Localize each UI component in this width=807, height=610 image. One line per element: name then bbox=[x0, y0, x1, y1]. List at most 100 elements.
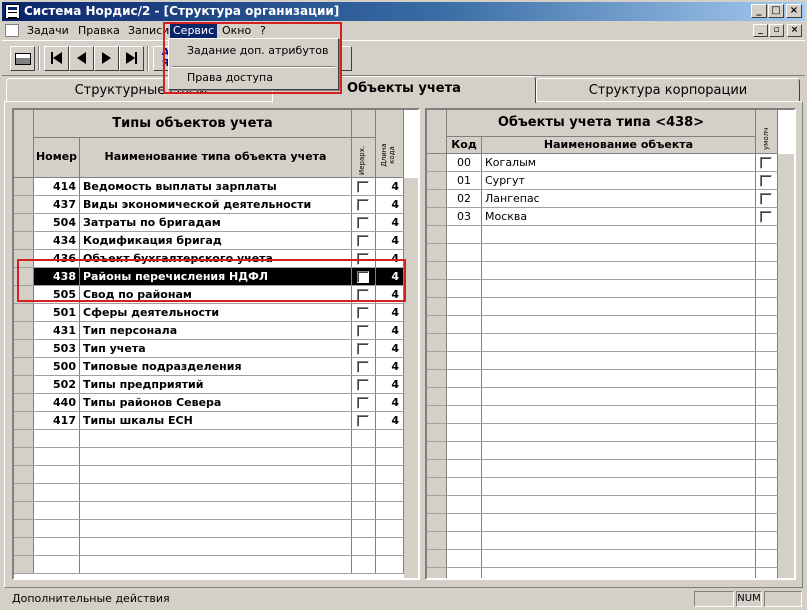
col-header-number[interactable]: Номер bbox=[34, 138, 80, 178]
hierarchical-checkbox[interactable] bbox=[357, 415, 369, 427]
hierarchical-checkbox[interactable] bbox=[357, 181, 369, 193]
empty-table-row[interactable] bbox=[14, 466, 404, 484]
empty-table-row[interactable] bbox=[427, 280, 778, 298]
table-row[interactable]: 502 Типы предприятий 4 bbox=[14, 376, 404, 394]
default-checkbox[interactable] bbox=[760, 175, 772, 187]
vertical-scrollbar[interactable] bbox=[404, 178, 418, 578]
mdi-minimize-button[interactable]: _ bbox=[753, 24, 768, 37]
hierarchical-checkbox[interactable] bbox=[357, 217, 369, 229]
empty-table-row[interactable] bbox=[14, 448, 404, 466]
hierarchical-checkbox[interactable] bbox=[357, 307, 369, 319]
hierarchical-checkbox[interactable] bbox=[357, 253, 369, 265]
empty-table-row[interactable] bbox=[427, 226, 778, 244]
table-row[interactable]: 00 Когалым bbox=[427, 154, 778, 172]
hierarchical-checkbox[interactable] bbox=[357, 361, 369, 373]
table-row[interactable]: 438 Районы перечисления НДФЛ 4 bbox=[14, 268, 404, 286]
table-row[interactable]: 501 Сферы деятельности 4 bbox=[14, 304, 404, 322]
empty-table-row[interactable] bbox=[427, 352, 778, 370]
hierarchical-checkbox[interactable] bbox=[357, 325, 369, 337]
table-row[interactable]: 434 Кодификация бригад 4 bbox=[14, 232, 404, 250]
empty-table-row[interactable] bbox=[427, 370, 778, 388]
hierarchical-checkbox[interactable] bbox=[357, 289, 369, 301]
hierarchical-checkbox[interactable] bbox=[357, 199, 369, 211]
document-icon[interactable] bbox=[5, 24, 19, 37]
default-checkbox[interactable] bbox=[760, 193, 772, 205]
print-button[interactable] bbox=[10, 46, 35, 71]
empty-table-row[interactable] bbox=[14, 484, 404, 502]
table-row[interactable]: 01 Сургут bbox=[427, 172, 778, 190]
table-row[interactable]: 505 Свод по районам 4 bbox=[14, 286, 404, 304]
menu-item-additional-attributes[interactable]: Задание доп. атрибутов bbox=[187, 42, 328, 60]
empty-table-row[interactable] bbox=[427, 406, 778, 424]
empty-table-row[interactable] bbox=[427, 532, 778, 550]
hierarchical-checkbox[interactable] bbox=[357, 379, 369, 391]
prev-record-button[interactable] bbox=[69, 46, 94, 71]
empty-table-row[interactable] bbox=[427, 388, 778, 406]
table-row[interactable]: 504 Затраты по бригадам 4 bbox=[14, 214, 404, 232]
empty-table-row[interactable] bbox=[427, 514, 778, 532]
maximize-button[interactable]: □ bbox=[768, 4, 784, 18]
col-header-code[interactable]: Код bbox=[447, 137, 482, 154]
table-row[interactable]: 417 Типы шкалы ЕСН 4 bbox=[14, 412, 404, 430]
mdi-restore-button[interactable]: ▫ bbox=[769, 24, 784, 37]
menu-window[interactable]: Окно bbox=[219, 23, 254, 39]
table-row[interactable]: 437 Виды экономической деятельности 4 bbox=[14, 196, 404, 214]
empty-table-row[interactable] bbox=[427, 262, 778, 280]
hierarchical-checkbox[interactable] bbox=[357, 235, 369, 247]
table-row[interactable]: 03 Москва bbox=[427, 208, 778, 226]
empty-table-row[interactable] bbox=[427, 496, 778, 514]
cell-type-name bbox=[80, 430, 352, 447]
vertical-scrollbar[interactable] bbox=[778, 154, 794, 578]
empty-table-row[interactable] bbox=[427, 478, 778, 496]
mdi-close-button[interactable]: × bbox=[787, 24, 802, 37]
app-icon[interactable] bbox=[5, 4, 20, 19]
empty-table-row[interactable] bbox=[427, 568, 778, 578]
next-record-button[interactable] bbox=[94, 46, 119, 71]
menu-records[interactable]: Записи bbox=[125, 23, 172, 39]
empty-table-row[interactable] bbox=[427, 334, 778, 352]
table-row[interactable]: 431 Тип персонала 4 bbox=[14, 322, 404, 340]
empty-table-row[interactable] bbox=[427, 298, 778, 316]
table-row[interactable]: 503 Тип учета 4 bbox=[14, 340, 404, 358]
object-types-grid[interactable]: Типы объектов учета Номер Наименование т… bbox=[12, 108, 420, 580]
col-header-object-name[interactable]: Наименование объекта bbox=[482, 137, 756, 154]
empty-table-row[interactable] bbox=[14, 520, 404, 538]
empty-table-row[interactable] bbox=[427, 460, 778, 478]
default-checkbox[interactable] bbox=[760, 211, 772, 223]
empty-table-row[interactable] bbox=[427, 550, 778, 568]
table-row[interactable]: 02 Лангепас bbox=[427, 190, 778, 208]
close-button[interactable]: × bbox=[786, 4, 802, 18]
empty-table-row[interactable] bbox=[427, 244, 778, 262]
empty-table-row[interactable] bbox=[427, 316, 778, 334]
menu-help[interactable]: ? bbox=[257, 23, 269, 39]
empty-table-row[interactable] bbox=[14, 538, 404, 556]
row-indicator bbox=[427, 352, 447, 369]
hierarchical-checkbox[interactable] bbox=[357, 271, 369, 283]
table-row[interactable]: 500 Типовые подразделения 4 bbox=[14, 358, 404, 376]
table-row[interactable]: 436 Объект бухгалтерского учета 4 bbox=[14, 250, 404, 268]
table-row[interactable]: 440 Типы районов Севера 4 bbox=[14, 394, 404, 412]
hierarchical-checkbox[interactable] bbox=[357, 343, 369, 355]
menu-service[interactable]: Сервис bbox=[170, 23, 218, 39]
hierarchical-checkbox[interactable] bbox=[357, 397, 369, 409]
first-record-button[interactable] bbox=[44, 46, 69, 71]
minimize-button[interactable]: _ bbox=[751, 4, 767, 18]
menu-tasks[interactable]: Задачи bbox=[24, 23, 72, 39]
col-header-code-length[interactable]: Длина кода bbox=[376, 110, 404, 178]
empty-table-row[interactable] bbox=[14, 502, 404, 520]
last-record-button[interactable] bbox=[119, 46, 144, 71]
empty-table-row[interactable] bbox=[14, 430, 404, 448]
empty-table-row[interactable] bbox=[427, 442, 778, 460]
col-header-hierarchical[interactable]: Иерарх. bbox=[352, 138, 376, 178]
menu-item-access-rights[interactable]: Права доступа bbox=[187, 69, 273, 87]
cell-number: 440 bbox=[34, 394, 80, 411]
col-header-default[interactable]: умолч bbox=[756, 110, 778, 154]
table-row[interactable]: 414 Ведомость выплаты зарплаты 4 bbox=[14, 178, 404, 196]
default-checkbox[interactable] bbox=[760, 157, 772, 169]
objects-of-type-grid[interactable]: Объекты учета типа <438> Код Наименовани… bbox=[425, 108, 796, 580]
col-header-type-name[interactable]: Наименование типа объекта учета bbox=[80, 138, 352, 178]
tab-corporation-structure[interactable]: Структура корпорации bbox=[536, 78, 800, 102]
empty-table-row[interactable] bbox=[427, 424, 778, 442]
menu-edit[interactable]: Правка bbox=[75, 23, 123, 39]
empty-table-row[interactable] bbox=[14, 556, 404, 574]
